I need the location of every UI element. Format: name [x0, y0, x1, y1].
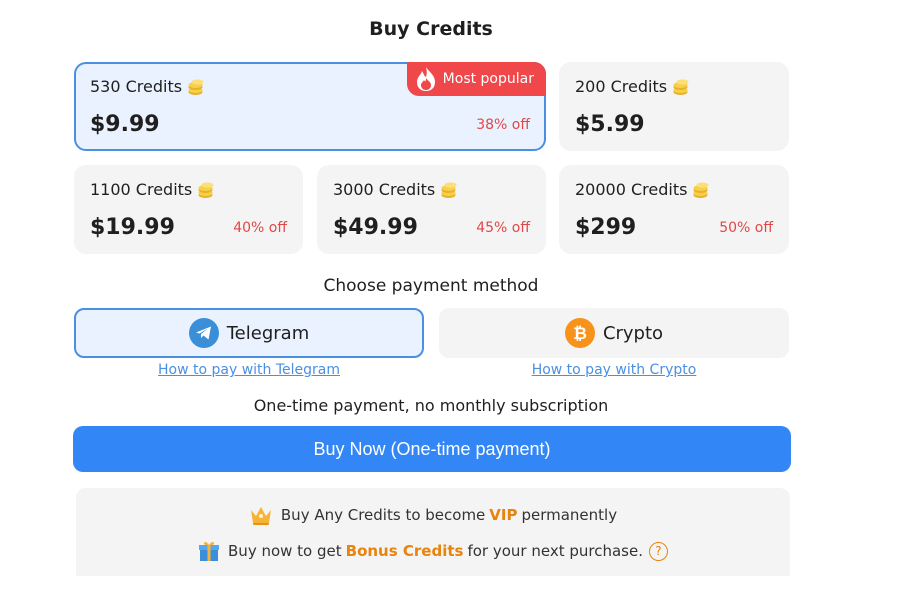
svg-text:₿: ₿ [573, 324, 587, 344]
bitcoin-icon: ₿ [564, 318, 595, 348]
vip-text-before: Buy Any Credits to become [280, 506, 486, 524]
bonus-text-after: for your next purchase. [467, 542, 643, 560]
package-name: 1100 Credits [90, 180, 193, 199]
package-20000-credits[interactable]: 20000 Credits $299 50% off [559, 165, 789, 254]
package-3000-credits[interactable]: 3000 Credits $49.99 45% off [317, 165, 546, 254]
package-name: 20000 Credits [575, 180, 688, 199]
package-price: $19.99 [90, 215, 175, 240]
package-price: $49.99 [333, 215, 418, 240]
crown-icon [250, 507, 271, 525]
badge-label: Most popular [442, 71, 534, 87]
bonus-highlight: Bonus Credits [345, 542, 464, 560]
vip-perk: Buy Any Credits to become VIP permanentl… [76, 504, 790, 526]
bonus-text-before: Buy now to get [228, 542, 342, 560]
bonus-perk: Buy now to get Bonus Credits for your ne… [76, 540, 790, 562]
buy-now-button[interactable]: Buy Now (One-time payment) [73, 426, 791, 472]
coins-icon [673, 78, 689, 95]
package-price: $5.99 [575, 112, 645, 137]
howto-telegram-link[interactable]: How to pay with Telegram [74, 362, 424, 378]
payment-crypto-button[interactable]: ₿ Crypto [439, 308, 789, 358]
vip-highlight: VIP [489, 506, 518, 524]
coins-icon [198, 181, 214, 198]
package-discount: 38% off [476, 117, 530, 133]
gift-icon [199, 541, 220, 561]
package-1100-credits[interactable]: 1100 Credits $19.99 40% off [74, 165, 303, 254]
page-title: Buy Credits [369, 18, 493, 40]
payment-telegram-button[interactable]: Telegram [74, 308, 424, 358]
coins-icon [441, 181, 457, 198]
howto-crypto-link[interactable]: How to pay with Crypto [439, 362, 789, 378]
package-discount: 40% off [233, 220, 287, 236]
package-discount: 50% off [719, 220, 773, 236]
telegram-icon [188, 318, 219, 348]
package-530-credits[interactable]: 530 Credits $9.99 38% off Most popular [74, 62, 546, 151]
fire-icon [416, 67, 435, 91]
payment-note: One-time payment, no monthly subscriptio… [253, 396, 609, 415]
package-name: 200 Credits [575, 77, 668, 96]
coins-icon [188, 78, 204, 95]
payment-method-title: Choose payment method [323, 276, 539, 296]
package-price: $9.99 [90, 112, 160, 137]
package-price: $299 [575, 215, 637, 240]
package-discount: 45% off [476, 220, 530, 236]
package-200-credits[interactable]: 200 Credits $5.99 [559, 62, 789, 151]
package-name: 3000 Credits [333, 180, 436, 199]
help-icon[interactable]: ? [648, 541, 668, 561]
coins-icon [693, 181, 709, 198]
payment-label: Crypto [602, 322, 664, 344]
most-popular-badge: Most popular [406, 62, 546, 96]
package-name: 530 Credits [90, 77, 183, 96]
payment-label: Telegram [226, 322, 310, 344]
vip-text-after: permanently [521, 506, 618, 524]
perks-panel: Buy Any Credits to become VIP permanentl… [76, 488, 790, 576]
